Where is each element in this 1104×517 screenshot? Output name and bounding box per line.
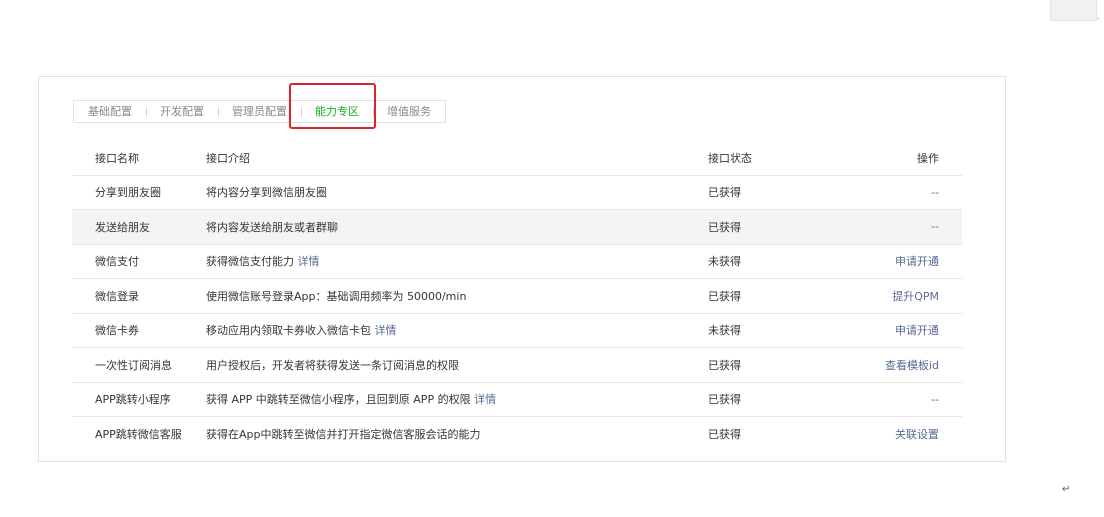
row-desc: 使用微信账号登录App：基础调用频率为 50000/min (206, 288, 708, 304)
row-status: 已获得 (708, 220, 741, 234)
row-status: 已获得 (708, 186, 741, 200)
row-status: 已获得 (708, 428, 741, 442)
row-desc: 获得在App中跳转至微信并打开指定微信客服会话的能力 (206, 426, 708, 442)
capability-table: 接口名称 接口介绍 接口状态 操作 分享到朋友圈 将内容分享到微信朋友圈 已获得… (72, 141, 962, 452)
row-desc-text: 获得在App中跳转至微信并打开指定微信客服会话的能力 (206, 428, 481, 442)
link-settings-link[interactable]: 关联设置 (818, 426, 962, 442)
row-desc: 用户授权后，开发者将获得发送一条订阅消息的权限 (206, 357, 708, 373)
row-name: APP跳转小程序 (95, 393, 171, 407)
row-name: 微信登录 (95, 289, 139, 303)
row-desc-text: 使用微信账号登录App：基础调用频率为 50000/min (206, 289, 467, 303)
table-row: 分享到朋友圈 将内容分享到微信朋友圈 已获得 -- (72, 176, 962, 210)
corner-box (1050, 0, 1097, 21)
row-status: 未获得 (708, 255, 741, 269)
tab-basic-config[interactable]: 基础配置 (74, 101, 146, 122)
details-link[interactable]: 详情 (298, 255, 320, 268)
row-desc-text: 移动应用内领取卡券收入微信卡包 (206, 324, 371, 338)
capability-panel: 基础配置 开发配置 管理员配置 能力专区 增值服务 接口名称 接口介绍 接口状态… (38, 76, 1006, 462)
header-name: 接口名称 (95, 151, 139, 165)
row-name: 一次性订阅消息 (95, 358, 172, 372)
row-op: -- (931, 220, 939, 234)
tab-capability-zone[interactable]: 能力专区 (301, 101, 373, 122)
row-desc: 移动应用内领取卡券收入微信卡包 详情 (206, 322, 708, 338)
table-header-row: 接口名称 接口介绍 接口状态 操作 (72, 141, 962, 176)
row-op: -- (931, 392, 939, 406)
row-name: 微信支付 (95, 255, 139, 269)
return-mark-icon: ↵ (1062, 484, 1071, 495)
row-status: 已获得 (708, 393, 741, 407)
row-name: 分享到朋友圈 (95, 186, 161, 200)
row-status: 已获得 (708, 289, 741, 303)
tab-admin-config[interactable]: 管理员配置 (218, 101, 301, 122)
row-status: 未获得 (708, 324, 741, 338)
table-row: 微信登录 使用微信账号登录App：基础调用频率为 50000/min 已获得 提… (72, 279, 962, 314)
row-op: -- (931, 185, 939, 199)
details-link[interactable]: 详情 (375, 324, 397, 337)
tab-value-added-services[interactable]: 增值服务 (373, 101, 445, 122)
apply-open-link[interactable]: 申请开通 (818, 322, 962, 338)
row-name: 微信卡券 (95, 324, 139, 338)
row-desc: 将内容发送给朋友或者群聊 (206, 219, 708, 235)
row-desc: 将内容分享到微信朋友圈 (206, 184, 708, 200)
row-name: 发送给朋友 (95, 220, 150, 234)
details-link[interactable]: 详情 (474, 393, 496, 406)
apply-open-link[interactable]: 申请开通 (818, 253, 962, 269)
row-status: 已获得 (708, 358, 741, 372)
corner-dot: . (1097, 12, 1100, 21)
tab-dev-config[interactable]: 开发配置 (146, 101, 218, 122)
table-row: APP跳转小程序 获得 APP 中跳转至微信小程序，且回到原 APP 的权限 详… (72, 383, 962, 417)
table-row: 一次性订阅消息 用户授权后，开发者将获得发送一条订阅消息的权限 已获得 查看模板… (72, 348, 962, 383)
row-desc: 获得微信支付能力 详情 (206, 253, 708, 269)
row-desc-text: 用户授权后，开发者将获得发送一条订阅消息的权限 (206, 358, 459, 372)
tab-bar: 基础配置 开发配置 管理员配置 能力专区 增值服务 (73, 100, 446, 123)
table-row: 微信支付 获得微信支付能力 详情 未获得 申请开通 (72, 245, 962, 279)
header-desc: 接口介绍 (206, 151, 250, 165)
header-op: 操作 (917, 151, 939, 165)
header-status: 接口状态 (708, 151, 752, 165)
table-row: 微信卡券 移动应用内领取卡券收入微信卡包 详情 未获得 申请开通 (72, 314, 962, 348)
row-desc: 获得 APP 中跳转至微信小程序，且回到原 APP 的权限 详情 (206, 391, 708, 407)
raise-qpm-link[interactable]: 提升QPM (818, 288, 962, 304)
view-template-id-link[interactable]: 查看模板id (818, 357, 962, 373)
row-desc-text: 获得 APP 中跳转至微信小程序，且回到原 APP 的权限 (206, 393, 471, 407)
row-desc-text: 获得微信支付能力 (206, 255, 294, 269)
row-desc-text: 将内容分享到微信朋友圈 (206, 186, 327, 200)
row-name: APP跳转微信客服 (95, 428, 182, 442)
row-desc-text: 将内容发送给朋友或者群聊 (206, 220, 338, 234)
table-row: 发送给朋友 将内容发送给朋友或者群聊 已获得 -- (72, 210, 962, 245)
table-row: APP跳转微信客服 获得在App中跳转至微信并打开指定微信客服会话的能力 已获得… (72, 417, 962, 452)
